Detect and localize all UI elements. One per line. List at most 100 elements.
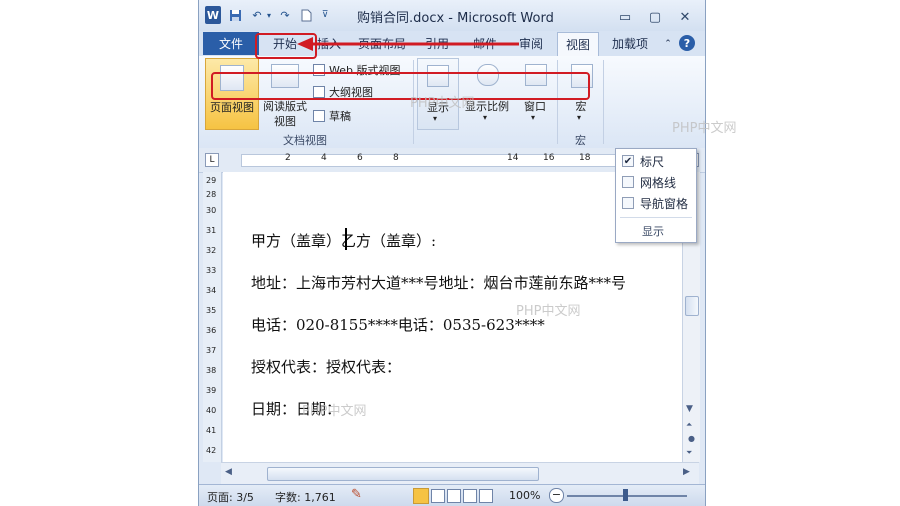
draft-view-button[interactable]: 草稿 — [313, 108, 351, 124]
ruler-tick-label: 39 — [206, 386, 217, 395]
document-line[interactable]: 授权代表：授权代表： — [251, 356, 401, 377]
redo-icon[interactable]: ↷ — [277, 6, 293, 24]
watermark: PHP中文网 — [516, 304, 581, 319]
zoom-out-button[interactable]: − — [549, 488, 564, 503]
next-page-icon[interactable]: ⏷ — [686, 448, 692, 458]
document-line[interactable]: 电话：020-8155****电话：0535-623**** — [251, 314, 545, 335]
draft-view-label: 草稿 — [329, 110, 351, 123]
ruler-tick-label: 14 — [507, 153, 519, 163]
tab-selector-icon[interactable]: L — [205, 153, 219, 167]
document-title: 购销合同.docx - Microsoft Word — [357, 11, 554, 26]
title-bar: W ↶ ▾ ↷ ⊽ 购销合同.docx - Microsoft Word ▭ ▢… — [199, 0, 705, 31]
new-document-icon[interactable] — [298, 6, 314, 24]
navigation-pane-checkbox[interactable] — [622, 197, 634, 209]
watermark: PHP中文网 — [410, 96, 475, 111]
outline-view-icon[interactable] — [463, 489, 477, 503]
tab-file[interactable]: 文件 — [203, 32, 259, 55]
draft-view-icon[interactable] — [479, 489, 493, 503]
ruler-tick-label: 16 — [543, 153, 555, 163]
customize-qat-icon[interactable]: ⊽ — [319, 6, 331, 24]
gridlines-checkbox[interactable] — [622, 176, 634, 188]
minimize-button[interactable]: ▭ — [611, 8, 639, 26]
horizontal-scrollbar[interactable]: ◀ ▶ — [221, 462, 699, 485]
window-dropdown-arrow: ▾ — [531, 113, 536, 122]
print-layout-view-icon[interactable] — [413, 488, 429, 504]
reading-layout-label-2: 视图 — [274, 115, 296, 128]
maximize-button[interactable]: ▢ — [641, 8, 669, 26]
previous-page-icon[interactable]: ⏶ — [686, 420, 692, 430]
show-dropdown-menu: ✔ 标尺 网格线 导航窗格 显示 — [615, 148, 697, 243]
proofing-icon[interactable]: ✎ — [351, 487, 362, 502]
scroll-left-arrow-icon[interactable]: ◀ — [225, 467, 232, 477]
group-separator — [603, 60, 604, 144]
watermark: PHP中文网 — [672, 121, 737, 136]
gridlines-checkbox-item[interactable]: 网格线 — [622, 173, 676, 191]
ruler-tick-label: 2 — [285, 153, 291, 163]
ruler-label: 标尺 — [640, 154, 665, 169]
full-screen-reading-icon[interactable] — [431, 489, 445, 503]
ruler-tick-label: 29 — [206, 176, 217, 185]
text-cursor — [345, 228, 347, 250]
web-layout-view-icon[interactable] — [447, 489, 461, 503]
window-label: 窗口 — [524, 100, 546, 113]
ruler-tick-label: 8 — [393, 153, 399, 163]
scroll-thumb[interactable] — [685, 296, 699, 316]
ruler-tick-label: 37 — [206, 346, 217, 355]
highlight-box-view-row — [211, 72, 590, 100]
ruler-tick-label: 28 — [206, 190, 217, 199]
vertical-ruler[interactable]: 29 28 30 31 32 33 34 35 36 37 38 39 40 4… — [203, 172, 222, 462]
ruler-tick-label: 32 — [206, 246, 217, 255]
gridlines-label: 网格线 — [640, 175, 677, 190]
ribbon-minimize-icon[interactable]: ⌃ — [661, 32, 675, 55]
ruler-checkbox-item[interactable]: ✔ 标尺 — [622, 152, 664, 170]
ruler-tick-label: 42 — [206, 446, 217, 455]
document-line[interactable]: 甲方（盖章）乙方（盖章）: — [251, 230, 436, 251]
draft-view-icon — [313, 110, 325, 122]
macros-group-label: 宏 — [575, 134, 586, 147]
document-line[interactable]: 地址：上海市芳村大道***号地址：烟台市莲前东路***号 — [251, 272, 626, 293]
ruler-tick-label: 31 — [206, 226, 217, 235]
ruler-tick-label: 6 — [357, 153, 363, 163]
show-dropdown-arrow: ▾ — [433, 114, 438, 123]
reading-layout-label-1: 阅读版式 — [263, 100, 307, 113]
ruler-tick-label: 36 — [206, 326, 217, 335]
macros-dropdown-arrow: ▾ — [577, 113, 582, 122]
horizontal-scroll-thumb[interactable] — [267, 467, 539, 481]
tab-view[interactable]: 视图 — [557, 32, 599, 56]
word-count[interactable]: 字数: 1,761 — [275, 489, 336, 505]
ruler-tick-label: 38 — [206, 366, 217, 375]
zoom-level[interactable]: 100% — [509, 489, 540, 502]
page-indicator[interactable]: 页面: 3/5 — [207, 489, 254, 505]
macros-label: 宏 — [575, 100, 587, 113]
scroll-down-arrow-icon[interactable]: ▼ — [686, 404, 693, 414]
ruler-checkbox[interactable]: ✔ — [622, 155, 634, 167]
navigation-pane-checkbox-item[interactable]: 导航窗格 — [622, 194, 688, 212]
ruler-tick-label: 40 — [206, 406, 217, 415]
dropdown-divider — [620, 217, 692, 218]
status-bar: 页面: 3/5 字数: 1,761 ✎ 100% − — [199, 484, 705, 506]
save-icon[interactable] — [227, 6, 243, 24]
help-icon[interactable]: ? — [679, 35, 695, 51]
dropdown-group-label: 显示 — [642, 225, 664, 238]
undo-icon[interactable]: ↶ — [249, 6, 265, 24]
word-window: W ↶ ▾ ↷ ⊽ 购销合同.docx - Microsoft Word ▭ ▢… — [198, 0, 706, 506]
navigation-pane-label: 导航窗格 — [640, 196, 689, 211]
ruler-tick-label: 33 — [206, 266, 217, 275]
ruler-tick-label: 4 — [321, 153, 327, 163]
close-button[interactable]: ✕ — [671, 8, 699, 26]
watermark: PHP中文网 — [302, 404, 367, 419]
zoom-slider-handle[interactable] — [623, 489, 628, 501]
ruler-tick-label: 41 — [206, 426, 217, 435]
ruler-tick-label: 34 — [206, 286, 217, 295]
scroll-right-arrow-icon[interactable]: ▶ — [683, 467, 690, 477]
ruler-tick-label: 35 — [206, 306, 217, 315]
ruler-tick-label: 18 — [579, 153, 591, 163]
browse-object-icon[interactable]: ● — [688, 434, 695, 443]
tab-addins[interactable]: 加载项 — [605, 32, 655, 55]
ruler-tick-label: 30 — [206, 206, 217, 215]
document-page[interactable]: 甲方（盖章）乙方（盖章）: 地址：上海市芳村大道***号地址：烟台市莲前东路**… — [223, 172, 682, 462]
word-app-icon[interactable]: W — [205, 6, 221, 24]
undo-dropdown-icon[interactable]: ▾ — [265, 6, 273, 24]
zoom-dropdown-arrow: ▾ — [483, 113, 488, 122]
page-view-label: 页面视图 — [210, 101, 254, 114]
